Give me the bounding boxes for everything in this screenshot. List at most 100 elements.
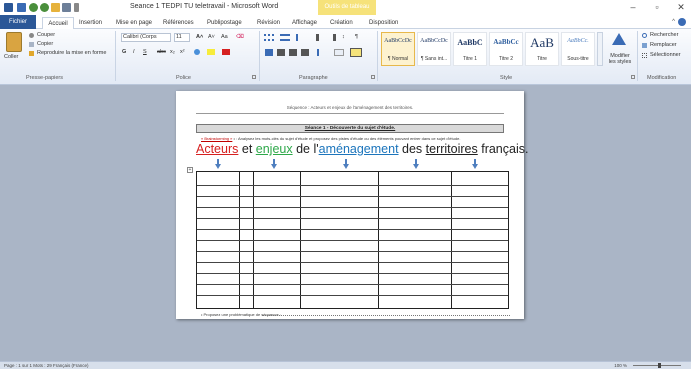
table-row-border: [197, 262, 508, 263]
style-title[interactable]: AaB Titre: [525, 32, 559, 66]
word-app-icon[interactable]: [4, 3, 13, 12]
show-formatting-icon[interactable]: ¶: [355, 34, 358, 40]
tab-creation[interactable]: Création: [330, 17, 353, 29]
line-spacing-icon[interactable]: [317, 49, 326, 56]
open-folder-icon[interactable]: [51, 3, 60, 12]
align-center-icon[interactable]: [277, 49, 285, 56]
format-painter-button[interactable]: Reproduire la mise en forme: [37, 50, 106, 56]
cut-icon: [29, 33, 34, 38]
zoom-level[interactable]: 100 %: [614, 363, 627, 368]
tab-disposition[interactable]: Disposition: [369, 17, 398, 29]
title-word: aménagement: [318, 142, 399, 156]
borders-icon[interactable]: [350, 48, 362, 57]
tab-accueil[interactable]: Accueil: [42, 17, 74, 29]
text-effects-icon[interactable]: [194, 49, 200, 55]
arrow-down-icon: [271, 159, 277, 169]
tab-mise-en-page[interactable]: Mise en page: [116, 17, 152, 29]
highlight-color-icon[interactable]: [207, 49, 215, 55]
change-styles-button[interactable]: Modifier les styles: [607, 53, 633, 65]
title-word: territoires: [425, 142, 478, 156]
numbering-icon[interactable]: [280, 34, 290, 41]
strikethrough-icon[interactable]: abc: [157, 49, 166, 55]
table-row-border: [197, 295, 508, 296]
styles-scroll-icon[interactable]: [597, 32, 603, 66]
align-right-icon[interactable]: [289, 49, 297, 56]
change-case-icon[interactable]: Aa: [221, 34, 228, 40]
underline-icon[interactable]: S: [143, 49, 147, 55]
group-separator: [377, 31, 378, 81]
styles-dialog-launcher-icon[interactable]: [631, 75, 635, 79]
style-name: Titre 2: [499, 56, 513, 62]
print-preview-icon[interactable]: [62, 3, 71, 12]
document-page[interactable]: Séquence : Acteurs et enjeux de l'aménag…: [176, 91, 528, 319]
group-label-styles: Style: [500, 75, 513, 81]
select-button[interactable]: Sélectionner: [650, 52, 681, 58]
title-word: Acteurs: [196, 142, 239, 156]
group-separator: [115, 31, 116, 81]
style-normal[interactable]: AaBbCcDc ¶ Normal: [381, 32, 415, 66]
zoom-slider-thumb[interactable]: [658, 363, 661, 368]
decrease-indent-icon[interactable]: [316, 34, 324, 41]
style-heading-1[interactable]: AaBbC Titre 1: [453, 32, 487, 66]
customize-qat-icon[interactable]: [74, 3, 79, 12]
tab-fichier[interactable]: Fichier: [0, 15, 36, 29]
shrink-font-icon[interactable]: A˅: [208, 34, 215, 40]
arrow-down-icon: [215, 159, 221, 169]
redo-icon[interactable]: [40, 3, 49, 12]
table-row-border: [197, 185, 508, 186]
replace-button[interactable]: Remplacer: [650, 42, 677, 48]
window-title: Seance 1 TEDPI TU teletravail - Microsof…: [130, 3, 279, 10]
clear-formatting-icon[interactable]: ⌫: [236, 34, 244, 40]
shading-icon[interactable]: [334, 49, 344, 56]
font-dialog-launcher-icon[interactable]: [252, 75, 256, 79]
justify-icon[interactable]: [301, 49, 309, 56]
style-sample: AaBbCcDc: [420, 38, 448, 44]
brainstorm-table[interactable]: [196, 171, 509, 309]
arrow-down-icon: [413, 159, 419, 169]
document-workspace[interactable]: Séquence : Acteurs et enjeux de l'aménag…: [0, 85, 691, 361]
change-styles-icon[interactable]: [612, 33, 626, 45]
table-move-handle[interactable]: +: [187, 167, 193, 173]
find-button[interactable]: Rechercher: [650, 32, 678, 38]
grow-font-icon[interactable]: A˄: [196, 34, 203, 40]
align-left-icon[interactable]: [265, 49, 273, 56]
sort-icon[interactable]: ↕: [342, 34, 345, 40]
minimize-button[interactable]: –: [624, 1, 642, 13]
style-no-spacing[interactable]: AaBbCcDc ¶ Sans int...: [417, 32, 451, 66]
maximize-button[interactable]: ▫: [648, 1, 666, 13]
status-bar: Page : 1 sur 1 Mots : 29 Français (Franc…: [0, 361, 691, 369]
help-icon[interactable]: [678, 18, 686, 26]
title-word: enjeux: [255, 142, 293, 156]
tab-publipostage[interactable]: Publipostage: [207, 17, 242, 29]
title-word: et: [238, 142, 256, 156]
close-button[interactable]: ✕: [672, 1, 690, 13]
tab-revision[interactable]: Révision: [257, 17, 280, 29]
save-icon[interactable]: [17, 3, 26, 12]
increase-indent-icon[interactable]: [328, 34, 336, 41]
style-name: ¶ Normal: [387, 56, 409, 62]
tab-references[interactable]: Références: [163, 17, 194, 29]
font-color-icon[interactable]: [222, 49, 230, 55]
bullets-icon[interactable]: [264, 34, 274, 41]
tab-insertion[interactable]: Insertion: [79, 17, 102, 29]
tab-affichage[interactable]: Affichage: [292, 17, 317, 29]
minimize-ribbon-icon[interactable]: ^: [672, 19, 675, 25]
style-sample: AaBbC: [457, 38, 483, 47]
paragraph-dialog-launcher-icon[interactable]: [371, 75, 375, 79]
paste-icon[interactable]: [6, 32, 22, 52]
subscript-icon[interactable]: x₂: [170, 49, 175, 55]
superscript-icon[interactable]: x²: [180, 49, 185, 55]
style-heading-2[interactable]: AaBbCc Titre 2: [489, 32, 523, 66]
undo-icon[interactable]: [29, 3, 38, 12]
style-subtitle[interactable]: AaBbCc. Sous-titre: [561, 32, 595, 66]
style-name: Sous-titre: [567, 56, 589, 62]
cut-button[interactable]: Couper: [37, 32, 55, 38]
multilevel-list-icon[interactable]: [296, 34, 306, 41]
bold-icon[interactable]: G: [122, 49, 126, 55]
zoom-slider[interactable]: [633, 365, 681, 366]
italic-icon[interactable]: I: [133, 49, 135, 55]
problematique-answer-line[interactable]: [262, 315, 510, 316]
seance-heading-text: Séance 1 - Découverte du sujet d'étude.: [304, 126, 396, 131]
copy-button[interactable]: Copier: [37, 41, 53, 47]
paste-button[interactable]: Coller: [4, 54, 18, 60]
